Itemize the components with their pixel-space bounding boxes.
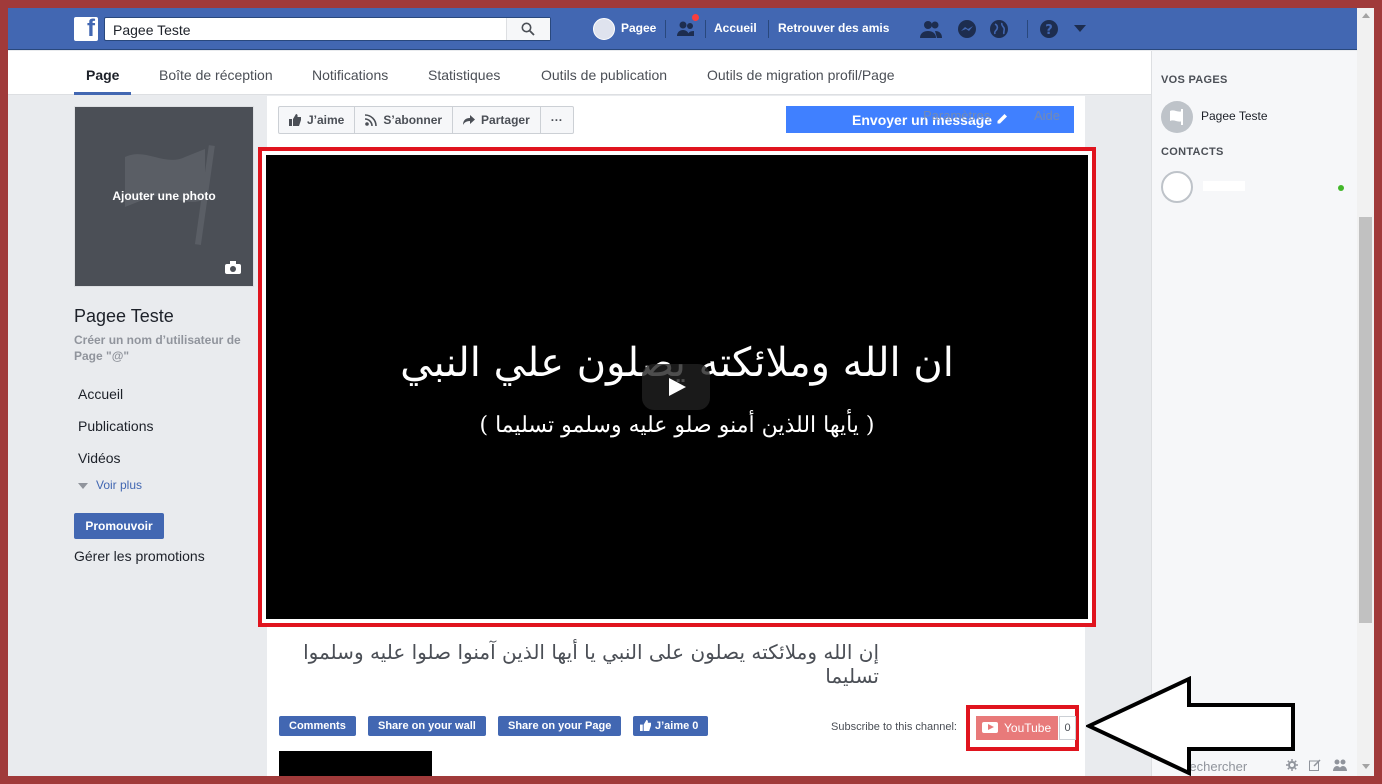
online-status-icon bbox=[1338, 185, 1344, 191]
see-more-label: Voir plus bbox=[96, 478, 143, 492]
page-tabs: Page Boîte de réception Notifications St… bbox=[8, 51, 1151, 95]
new-group-icon[interactable] bbox=[1332, 759, 1347, 771]
active-tab-indicator bbox=[74, 92, 131, 95]
add-photo-label: Ajouter une photo bbox=[112, 189, 216, 203]
friends-icon[interactable] bbox=[920, 19, 942, 39]
tab-publishing-tools[interactable]: Outils de publication bbox=[541, 67, 667, 83]
page-action-bar: J’aime S’abonner Partager ··· bbox=[278, 106, 574, 134]
friend-requests-icon[interactable] bbox=[676, 19, 696, 39]
svg-text:?: ? bbox=[1045, 23, 1053, 38]
share-on-page-button[interactable]: Share on your Page bbox=[498, 716, 622, 736]
find-friends-link[interactable]: Retrouver des amis bbox=[778, 21, 889, 35]
scroll-up-icon[interactable] bbox=[1362, 13, 1370, 18]
camera-icon[interactable] bbox=[225, 261, 241, 274]
subscribe-label: Subscribe to this channel: bbox=[831, 721, 957, 733]
account-menu-chevron-down-icon[interactable] bbox=[1074, 25, 1086, 33]
sidebar-page-link[interactable]: Pagee Teste bbox=[1201, 109, 1268, 123]
right-sidebar: VOS PAGES Pagee Teste CONTACTS Recherche… bbox=[1151, 51, 1357, 776]
home-link[interactable]: Accueil bbox=[714, 21, 757, 35]
scroll-thumb[interactable] bbox=[1359, 217, 1372, 623]
top-navigation-bar: f Pagee Teste Pagee Accueil Retrouver de… bbox=[8, 8, 1357, 50]
thumbs-up-icon bbox=[289, 114, 301, 126]
tab-inbox[interactable]: Boîte de réception bbox=[159, 67, 273, 83]
more-options-icon: ··· bbox=[550, 113, 563, 127]
youtube-subscribe-button[interactable]: YouTube bbox=[976, 716, 1058, 740]
notifications-globe-icon[interactable] bbox=[989, 19, 1009, 39]
video-text-line-2: ( يأيها اللذين أمنو صلو عليه وسلمو تسليم… bbox=[479, 413, 875, 438]
manage-promotions-link[interactable]: Gérer les promotions bbox=[74, 548, 205, 564]
share-on-wall-button[interactable]: Share on your wall bbox=[368, 716, 486, 736]
search-button[interactable] bbox=[506, 18, 550, 40]
your-pages-heading: VOS PAGES bbox=[1161, 74, 1228, 86]
notification-badge bbox=[691, 13, 700, 22]
follow-page-button[interactable]: S’abonner bbox=[355, 107, 454, 133]
page-title[interactable]: Pagee Teste bbox=[74, 306, 174, 327]
divider bbox=[665, 20, 666, 38]
search-value: Pagee Teste bbox=[113, 22, 191, 38]
pencil-icon bbox=[997, 114, 1007, 124]
create-username-link[interactable]: Créer un nom d’utilisateur de Page "@" bbox=[74, 332, 254, 364]
embedded-video-player[interactable]: ان الله وملائكته يصلون علي النبي ( يأيها… bbox=[266, 155, 1088, 619]
flag-icon bbox=[1170, 109, 1183, 125]
youtube-icon bbox=[982, 722, 998, 733]
video-thumbnail[interactable] bbox=[279, 751, 432, 776]
page-profile-photo[interactable]: Ajouter une photo bbox=[74, 106, 254, 287]
compose-icon[interactable] bbox=[1309, 759, 1321, 771]
like-label: J’aime bbox=[307, 113, 345, 127]
divider bbox=[1027, 20, 1028, 38]
rss-icon bbox=[365, 114, 378, 126]
contact-avatar[interactable] bbox=[1161, 171, 1193, 203]
page-avatar[interactable] bbox=[1161, 101, 1193, 133]
like-post-label: J’aime 0 bbox=[655, 720, 699, 732]
search-input[interactable]: Pagee Teste bbox=[104, 17, 551, 41]
divider bbox=[768, 20, 769, 38]
facebook-logo-icon[interactable]: f bbox=[74, 15, 98, 42]
help-link[interactable]: Aide bbox=[1034, 108, 1060, 123]
left-nav-home[interactable]: Accueil bbox=[78, 386, 123, 402]
scroll-down-icon[interactable] bbox=[1362, 764, 1370, 769]
share-label: Partager bbox=[481, 113, 530, 127]
see-more-link[interactable]: Voir plus bbox=[78, 478, 142, 492]
tab-migration-tools[interactable]: Outils de migration profil/Page bbox=[707, 67, 895, 83]
like-page-button[interactable]: J’aime bbox=[279, 107, 356, 133]
contacts-heading: CONTACTS bbox=[1161, 146, 1224, 158]
promote-button[interactable]: Promouvoir bbox=[74, 513, 164, 539]
post-caption: إن الله وملائكته يصلون على النبي يا أيها… bbox=[303, 640, 879, 688]
profile-link[interactable]: Pagee bbox=[621, 21, 656, 35]
subscriber-count: 0 bbox=[1059, 716, 1076, 740]
tab-statistics[interactable]: Statistiques bbox=[428, 67, 500, 83]
play-icon[interactable] bbox=[642, 364, 710, 410]
left-nav-posts[interactable]: Publications bbox=[78, 418, 154, 434]
contact-name-redacted[interactable] bbox=[1203, 181, 1245, 191]
youtube-highlight-box: YouTube 0 bbox=[966, 705, 1079, 751]
follow-label: S’abonner bbox=[383, 113, 443, 127]
tab-page[interactable]: Page bbox=[86, 67, 119, 83]
browser-viewport: f Pagee Teste Pagee Accueil Retrouver de… bbox=[8, 8, 1374, 776]
share-arrow-icon bbox=[463, 115, 476, 125]
youtube-label: YouTube bbox=[1004, 721, 1052, 735]
profile-avatar[interactable] bbox=[593, 18, 615, 40]
help-icon[interactable]: ? bbox=[1039, 19, 1059, 39]
video-highlight-box: ان الله وملائكته يصلون علي النبي ( يأيها… bbox=[258, 147, 1096, 627]
comments-button[interactable]: Comments bbox=[279, 716, 356, 736]
annotation-arrow-icon bbox=[1086, 676, 1295, 776]
more-options-button[interactable]: ··· bbox=[541, 107, 573, 133]
page-scrollbar[interactable] bbox=[1357, 8, 1374, 776]
divider bbox=[705, 20, 706, 38]
settings-link[interactable]: Paramètres bbox=[923, 108, 990, 123]
search-icon bbox=[521, 22, 535, 36]
like-post-button[interactable]: J’aime 0 bbox=[633, 716, 709, 736]
caret-down-icon bbox=[78, 482, 88, 489]
share-page-button[interactable]: Partager bbox=[453, 107, 541, 133]
tab-notifications[interactable]: Notifications bbox=[312, 67, 388, 83]
thumbs-up-icon bbox=[640, 720, 651, 731]
messenger-icon[interactable] bbox=[957, 19, 977, 39]
left-nav-videos[interactable]: Vidéos bbox=[78, 450, 121, 466]
